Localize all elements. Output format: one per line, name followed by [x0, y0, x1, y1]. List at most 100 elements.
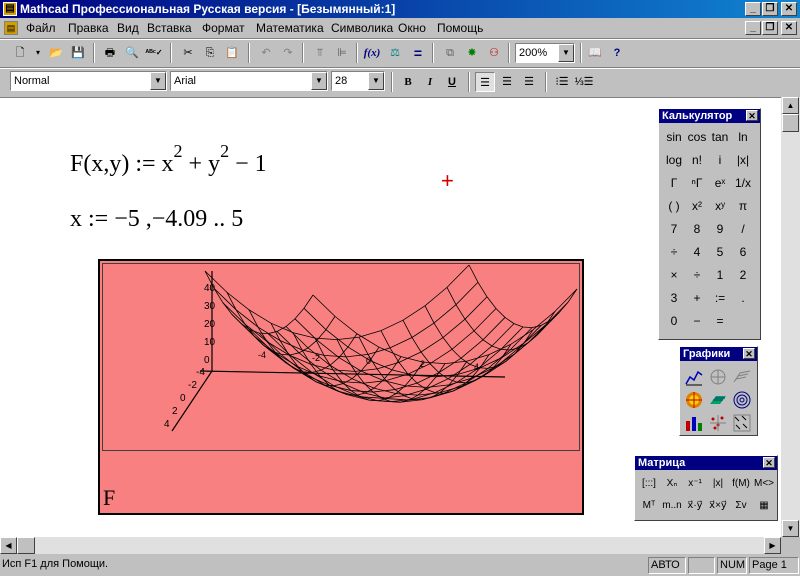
- calc-key[interactable]: |x|: [732, 149, 754, 171]
- matrix-key[interactable]: [:::]: [638, 473, 660, 495]
- print-icon[interactable]: 🖶: [100, 43, 120, 63]
- align-top-icon[interactable]: ⫪: [310, 43, 330, 63]
- align-right-icon[interactable]: ☰: [519, 72, 539, 92]
- calc-key[interactable]: sin: [663, 126, 685, 148]
- calc-key[interactable]: Γ: [663, 172, 685, 194]
- calc-key[interactable]: cos: [686, 126, 708, 148]
- scroll-left-icon[interactable]: ◀: [0, 537, 17, 554]
- menu-window[interactable]: Окно: [398, 21, 426, 35]
- calc-key[interactable]: 1/x: [732, 172, 754, 194]
- matrix-key[interactable]: M<>: [753, 473, 775, 495]
- close-button[interactable]: ✕: [781, 2, 797, 16]
- italic-button[interactable]: I: [420, 72, 440, 92]
- calc-key[interactable]: 9: [709, 218, 731, 240]
- open-icon[interactable]: 📂: [46, 43, 66, 63]
- scatter-plot-icon[interactable]: [708, 413, 728, 433]
- undo-icon[interactable]: ↶: [256, 43, 276, 63]
- matrix-key[interactable]: x⁻¹: [684, 473, 706, 495]
- bold-button[interactable]: B: [398, 72, 418, 92]
- insert-function-icon[interactable]: f(x): [362, 43, 382, 63]
- new-dropdown-icon[interactable]: ▾: [28, 43, 48, 63]
- calc-key[interactable]: π: [732, 195, 754, 217]
- calc-key[interactable]: +: [686, 287, 708, 309]
- menu-edit[interactable]: Правка: [68, 21, 109, 35]
- style-select[interactable]: Normal ▼: [10, 71, 167, 91]
- mathcad-app-icon[interactable]: ▤: [3, 2, 17, 16]
- 3d-surface-icon[interactable]: [708, 390, 728, 410]
- help-icon[interactable]: ?: [607, 43, 627, 63]
- menu-insert[interactable]: Вставка: [147, 21, 192, 35]
- calc-key[interactable]: ⁿΓ: [686, 172, 708, 194]
- calc-key[interactable]: 0: [663, 310, 685, 332]
- insert-unit-icon[interactable]: ⚖: [385, 43, 405, 63]
- close-icon[interactable]: ✕: [743, 348, 755, 359]
- cut-icon[interactable]: ✂: [178, 43, 198, 63]
- vertical-scrollbar[interactable]: ▲ ▼: [781, 97, 800, 537]
- calc-key[interactable]: 4: [686, 241, 708, 263]
- matrix-key[interactable]: |x|: [707, 473, 729, 495]
- size-select[interactable]: 28 ▼: [331, 71, 385, 91]
- calc-key[interactable]: 1: [709, 264, 731, 286]
- menu-file[interactable]: Файл: [26, 21, 56, 35]
- menu-symbolics[interactable]: Символика: [331, 21, 393, 35]
- calc-key[interactable]: ÷: [663, 241, 685, 263]
- align-left-text-icon[interactable]: ☰: [475, 72, 495, 92]
- menu-math[interactable]: Математика: [256, 21, 324, 35]
- paste-icon[interactable]: 📋: [222, 43, 242, 63]
- calc-key[interactable]: n!: [686, 149, 708, 171]
- calc-key[interactable]: 5: [709, 241, 731, 263]
- scroll-down-icon[interactable]: ▼: [782, 520, 799, 537]
- calc-key[interactable]: 3: [663, 287, 685, 309]
- chevron-down-icon[interactable]: ▼: [150, 72, 166, 90]
- underline-button[interactable]: U: [442, 72, 462, 92]
- doc-close-button[interactable]: ✕: [781, 21, 797, 35]
- print-preview-icon[interactable]: 🔍: [122, 43, 142, 63]
- scroll-thumb[interactable]: [782, 114, 799, 132]
- vector-field-icon[interactable]: [732, 413, 752, 433]
- doc-restore-button[interactable]: ❐: [762, 21, 778, 35]
- calc-key[interactable]: 7: [663, 218, 685, 240]
- calc-key[interactable]: 2: [732, 264, 754, 286]
- document-icon[interactable]: ▤: [4, 21, 18, 35]
- chevron-down-icon[interactable]: ▼: [311, 72, 327, 90]
- menu-view[interactable]: Вид: [117, 21, 139, 35]
- wizard-icon[interactable]: ⚇: [484, 43, 504, 63]
- plot-label[interactable]: F: [103, 485, 115, 511]
- contour-lines-icon[interactable]: [732, 390, 752, 410]
- align-center-icon[interactable]: ☰: [497, 72, 517, 92]
- zoom-select[interactable]: 200% ▼: [515, 43, 575, 63]
- bullet-list-icon[interactable]: ⁝☰: [552, 72, 572, 92]
- save-icon[interactable]: 💾: [68, 43, 88, 63]
- calculate-icon[interactable]: =: [408, 43, 428, 63]
- xy-plot-icon[interactable]: [684, 367, 704, 387]
- calc-key[interactable]: ÷: [686, 264, 708, 286]
- close-icon[interactable]: ✕: [763, 457, 775, 468]
- calc-key[interactable]: log: [663, 149, 685, 171]
- calc-key[interactable]: eˣ: [709, 172, 731, 194]
- close-icon[interactable]: ✕: [746, 110, 758, 121]
- surface-plot[interactable]: 40 30 20 10 0 -4 -2 0 2 4 -4 -2 0 2 4 F: [98, 259, 584, 515]
- calc-key[interactable]: .: [732, 287, 754, 309]
- calc-key[interactable]: xʸ: [709, 195, 731, 217]
- range-definition[interactable]: x := −5 ,−4.09 .. 5: [70, 206, 243, 233]
- matrix-key[interactable]: Xₙ: [661, 473, 683, 495]
- hscroll-thumb[interactable]: [17, 537, 35, 554]
- component-icon[interactable]: ⧉: [440, 43, 460, 63]
- resource-center-icon[interactable]: 📖: [585, 43, 605, 63]
- calc-key[interactable]: ln: [732, 126, 754, 148]
- horizontal-scrollbar[interactable]: ◀ ▶: [0, 537, 781, 554]
- calc-key[interactable]: =: [709, 310, 731, 332]
- matrix-key[interactable]: x⃗×y⃗: [707, 495, 729, 517]
- calc-key[interactable]: :=: [709, 287, 731, 309]
- contour-plot-icon[interactable]: [684, 390, 704, 410]
- font-select[interactable]: Arial ▼: [170, 71, 328, 91]
- polar-plot-icon[interactable]: [708, 367, 728, 387]
- calc-key[interactable]: tan: [709, 126, 731, 148]
- calc-key[interactable]: 6: [732, 241, 754, 263]
- doc-minimize-button[interactable]: _: [745, 21, 761, 35]
- surface-plot-icon[interactable]: [732, 367, 752, 387]
- matrix-key[interactable]: f(M): [730, 473, 752, 495]
- menu-help[interactable]: Помощь: [437, 21, 483, 35]
- calc-key[interactable]: −: [686, 310, 708, 332]
- matrix-key[interactable]: Mᵀ: [638, 495, 660, 517]
